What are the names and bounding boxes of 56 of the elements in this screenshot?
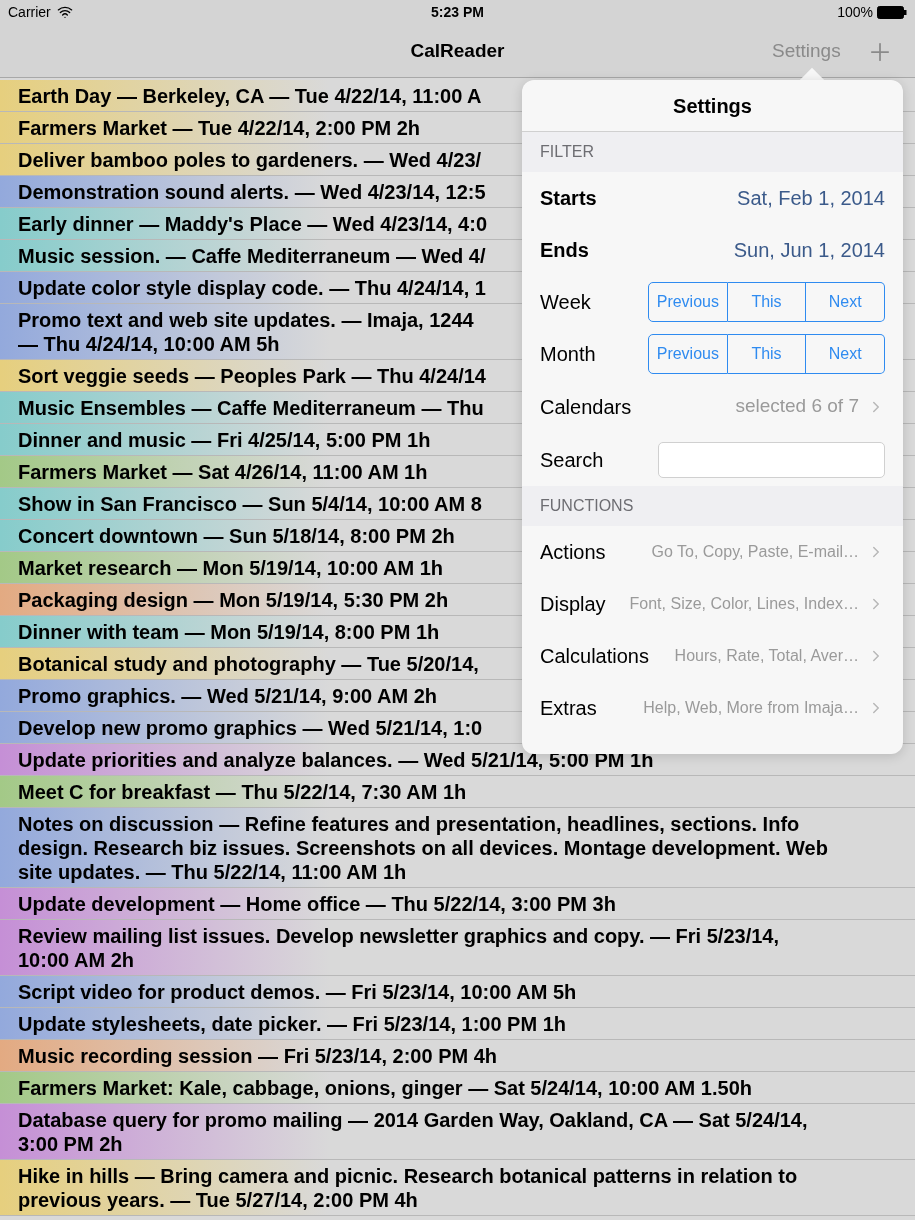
menu-hint: Hours, Rate, Total, Aver… <box>673 646 859 666</box>
battery-icon <box>877 5 907 19</box>
event-text: Dinner with team — Mon 5/19/14, 8:00 PM 1h <box>18 619 440 644</box>
event-text: Hike in hills — Bring camera and picnic. Research botanical patterns in relation to previous years. — Tue 5/27/14, 2:00 PM 4h <box>18 1163 798 1212</box>
event-text: Sort veggie seeds — Peoples Park — Thu 4/24/14 <box>18 363 486 388</box>
event-text: Farmers Market: Kale, cabbage, onions, ginger — Sat 5/24/14, 10:00 AM 1.50h <box>18 1075 752 1100</box>
event-row[interactable]: Update development — Home office — Thu 5/22/14, 3:00 PM 3h <box>0 888 915 920</box>
calendars-value: selected 6 of 7 <box>735 394 859 419</box>
app-title: CalReader <box>410 38 505 63</box>
event-text: Deliver bamboo poles to gardeners. — Wed 4/23/ <box>18 147 482 172</box>
event-row[interactable]: Meet C for breakfast — Thu 5/22/14, 7:30 AM 1h <box>0 776 915 808</box>
event-text: Promo graphics. — Wed 5/21/14, 9:00 AM 2h <box>18 683 438 708</box>
event-text: Music Ensembles — Caffe Mediterraneum — Thu <box>18 395 484 420</box>
wifi-icon <box>56 4 73 20</box>
event-row[interactable]: Update stylesheets, date picker. — Fri 5/23/14, 1:00 PM 1h <box>0 1008 915 1040</box>
battery-label: 100% <box>837 2 873 22</box>
carrier-label: Carrier <box>8 2 51 22</box>
event-text: Review mailing list issues. Develop newsletter graphics and copy. — Fri 5/23/14, 10:00 AM 2h <box>18 923 779 972</box>
event-text: Update stylesheets, date picker. — Fri 5/23/14, 1:00 PM 1h <box>18 1011 567 1036</box>
event-text: Develop new promo graphics — Wed 5/21/14, 1:0 <box>18 715 483 740</box>
event-text: Meet C for breakfast — Thu 5/22/14, 7:30 AM 1h <box>18 779 467 804</box>
event-text: Show in San Francisco — Sun 5/4/14, 10:00 AM 8 <box>18 491 482 516</box>
setting-label: Calendars <box>540 394 632 420</box>
event-text: Database query for promo mailing — 2014 Garden Way, Oakland, CA — Sat 5/24/14, 3:00 PM 2h <box>18 1107 808 1156</box>
event-text: Script video for product demos. — Fri 5/23/14, 10:00 AM 5h <box>18 979 577 1004</box>
event-text: Update color style display code. — Thu 4/24/14, 1 <box>18 275 486 300</box>
setting-label: Ends <box>540 238 589 263</box>
event-text: Notes on discussion — Refine features and presentation, headlines, sections. Info design. Research biz issues. Screenshots on all devices. Montage development. Web site updates. — Thu 5/22/14, 11:00 AM 1h <box>18 811 828 884</box>
event-text: Market research — Mon 5/19/14, 10:00 AM 1h <box>18 555 443 580</box>
event-row[interactable]: Hike in hills — Bring camera and picnic. Research botanical patterns in relation to previous years. — Tue 5/27/14, 2:00 PM 4h <box>0 1160 915 1216</box>
event-row[interactable]: Database query for promo mailing — 2014 Garden Way, Oakland, CA — Sat 5/24/14, 3:00 PM 2h <box>0 1104 915 1160</box>
event-row[interactable]: Review mailing list issues. Develop newsletter graphics and copy. — Fri 5/23/14, 10:00 AM 2h <box>0 920 915 976</box>
setting-label: Starts <box>540 186 597 211</box>
event-row[interactable] <box>0 808 915 888</box>
event-text: Packaging design — Mon 5/19/14, 5:30 PM 2h <box>18 587 449 612</box>
event-text: Farmers Market — Tue 4/22/14, 2:00 PM 2h <box>18 115 421 140</box>
event-text: Demonstration sound alerts. — Wed 4/23/14, 12:5 <box>18 179 486 204</box>
menu-hint: Font, Size, Color, Lines, Index… <box>628 594 859 614</box>
event-text: Promo text and web site updates. — Imaja, 1244 — Thu 4/24/14, 10:00 AM 5h <box>18 307 474 356</box>
event-row[interactable]: Script video for product demos. — Fri 5/23/14, 10:00 AM 5h <box>0 976 915 1008</box>
event-row[interactable]: Farmers Market: Kale, cabbage, onions, ginger — Sat 5/24/14, 10:00 AM 1.50h <box>0 1072 915 1104</box>
event-row[interactable]: Music recording session — Fri 5/23/14, 2:00 PM 4h <box>0 1040 915 1072</box>
status-time: 5:23 PM <box>431 2 484 22</box>
event-text: Concert downtown — Sun 5/18/14, 8:00 PM 2h <box>18 523 455 548</box>
event-text: Update development — Home office — Thu 5/22/14, 3:00 PM 3h <box>18 891 616 916</box>
event-text: Botanical study and photography — Tue 5/20/14, <box>18 651 479 676</box>
section-header: FUNCTIONS <box>540 496 634 516</box>
setting-label: Display <box>540 592 606 617</box>
search-field[interactable] <box>658 441 885 478</box>
event-text: Early dinner — Maddy's Place — Wed 4/23/14, 4:0 <box>18 211 488 236</box>
event-text: Dinner and music — Fri 4/25/14, 5:00 PM 1h <box>18 427 431 452</box>
event-text: Earth Day — Berkeley, CA — Tue 4/22/14, 11:00 A <box>18 83 482 108</box>
event-text: Farmers Market — Sat 4/26/14, 11:00 AM 1h <box>18 459 428 484</box>
section-header: FILTER <box>540 142 594 162</box>
event-text: Music session. — Caffe Mediterraneum — Wed 4/ <box>18 243 486 268</box>
event-text: Music recording session — Fri 5/23/14, 2:00 PM 4h <box>18 1043 498 1068</box>
